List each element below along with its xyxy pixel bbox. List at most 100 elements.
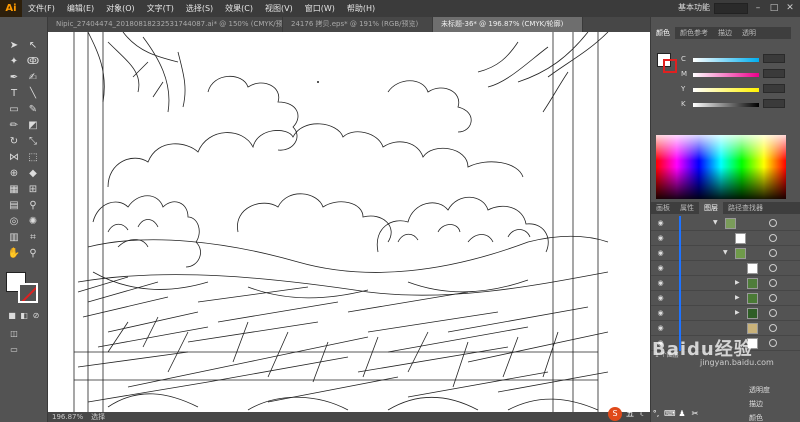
tab-pathfinder[interactable]: 路径查找器 xyxy=(723,202,768,214)
tab-stroke[interactable]: 描边 xyxy=(713,27,737,39)
target-icon[interactable] xyxy=(769,339,777,347)
tab-transparency[interactable]: 透明 xyxy=(737,27,761,39)
menu-view[interactable]: 视图(V) xyxy=(259,3,299,14)
minimize-icon[interactable]: – xyxy=(752,2,764,14)
target-icon[interactable] xyxy=(769,249,777,257)
close-icon[interactable]: ✕ xyxy=(784,2,796,14)
selection-tool-icon[interactable]: ➤ xyxy=(7,39,21,53)
draw-mode-icon[interactable]: ◫ xyxy=(7,327,21,341)
target-icon[interactable] xyxy=(769,264,777,272)
workspace-switcher[interactable]: 基本功能 xyxy=(678,2,710,13)
keyboard-icon[interactable]: ⌨ xyxy=(664,409,676,419)
magenta-value[interactable] xyxy=(763,69,785,78)
eye-icon[interactable]: ◉ xyxy=(656,234,665,243)
menu-object[interactable]: 对象(O) xyxy=(100,3,141,14)
artboard-tool-icon[interactable]: ⌗ xyxy=(26,231,40,245)
menu-select[interactable]: 选择(S) xyxy=(180,3,219,14)
yellow-value[interactable] xyxy=(763,84,785,93)
sogou-icon[interactable]: S xyxy=(608,407,622,421)
menu-file[interactable]: 文件(F) xyxy=(22,3,61,14)
layer-row[interactable]: ◉ ▼ xyxy=(651,216,800,231)
expand-arrow-icon[interactable]: ▼ xyxy=(723,249,728,256)
scale-icon[interactable]: ⤡ xyxy=(26,135,40,149)
search-input[interactable] xyxy=(714,3,748,14)
punctuation-icon[interactable]: °, xyxy=(651,409,661,419)
user-icon[interactable]: ♟ xyxy=(677,409,687,419)
mesh-icon[interactable]: ⊞ xyxy=(26,183,40,197)
blend-icon[interactable]: ◎ xyxy=(7,215,21,229)
expand-arrow-icon[interactable]: ▶ xyxy=(735,279,740,286)
menu-edit[interactable]: 编辑(E) xyxy=(61,3,100,14)
layer-row[interactable]: ◉ xyxy=(651,261,800,276)
target-icon[interactable] xyxy=(769,219,777,227)
hand-tool-icon[interactable]: ✋ xyxy=(7,247,21,261)
eye-icon[interactable]: ◉ xyxy=(656,264,665,273)
menu-window[interactable]: 窗口(W) xyxy=(299,3,341,14)
target-icon[interactable] xyxy=(769,234,777,242)
pen-tool-icon[interactable]: ✒ xyxy=(7,71,21,85)
expand-arrow-icon[interactable]: ▶ xyxy=(735,294,740,301)
symbol-sprayer-icon[interactable]: ✺ xyxy=(26,215,40,229)
expand-arrow-icon[interactable]: ▶ xyxy=(735,309,740,316)
maximize-icon[interactable]: □ xyxy=(768,2,780,14)
tab-properties[interactable]: 属性 xyxy=(675,202,699,214)
live-paint-icon[interactable]: ◆ xyxy=(26,167,40,181)
eyedropper-icon[interactable]: ⚲ xyxy=(26,199,40,213)
color-stroke-swatch[interactable] xyxy=(663,59,677,73)
tab-artboards[interactable]: 画板 xyxy=(651,202,675,214)
ime-mode[interactable]: 五 xyxy=(625,409,635,419)
paintbrush-icon[interactable]: ✎ xyxy=(26,103,40,117)
zoom-tool-icon[interactable]: ⚲ xyxy=(26,247,40,261)
screen-mode-icon[interactable]: ▭ xyxy=(7,343,21,357)
type-tool-icon[interactable]: T xyxy=(7,87,21,101)
graph-tool-icon[interactable]: ▥ xyxy=(7,231,21,245)
layer-row[interactable]: ◉ xyxy=(651,321,800,336)
curvature-tool-icon[interactable]: ✍ xyxy=(26,71,40,85)
shape-builder-icon[interactable]: ⊕ xyxy=(7,167,21,181)
moon-icon[interactable]: ☾ xyxy=(638,409,648,419)
side-label-color[interactable]: 颜色 xyxy=(749,413,763,422)
eye-icon[interactable]: ◉ xyxy=(656,294,665,303)
menu-help[interactable]: 帮助(H) xyxy=(341,3,381,14)
tab-layers[interactable]: 图层 xyxy=(699,202,723,214)
zoom-level[interactable]: 196.87% xyxy=(52,413,83,421)
rectangle-tool-icon[interactable]: ▭ xyxy=(7,103,21,117)
tab-document-3[interactable]: 未标题-36* @ 196.87% (CMYK/轮廓) xyxy=(433,17,583,32)
black-slider[interactable]: K xyxy=(681,99,791,110)
artboard-canvas[interactable] xyxy=(48,32,650,412)
lasso-icon[interactable]: ↂ xyxy=(26,55,40,69)
target-icon[interactable] xyxy=(769,324,777,332)
eye-icon[interactable]: ◉ xyxy=(656,279,665,288)
color-spectrum[interactable] xyxy=(656,135,786,199)
expand-arrow-icon[interactable]: ▼ xyxy=(713,219,718,226)
layer-row[interactable]: ◉ ▶ xyxy=(651,276,800,291)
layer-row[interactable]: ◉ xyxy=(651,231,800,246)
target-icon[interactable] xyxy=(769,279,777,287)
yellow-slider[interactable]: Y xyxy=(681,84,791,95)
eye-icon[interactable]: ◉ xyxy=(656,324,665,333)
stroke-swatch[interactable] xyxy=(18,283,38,303)
free-transform-icon[interactable]: ⬚ xyxy=(26,151,40,165)
gradient-icon[interactable]: ▤ xyxy=(7,199,21,213)
none-mode-icon[interactable]: ⊘ xyxy=(29,309,43,323)
magic-wand-icon[interactable]: ✦ xyxy=(7,55,21,69)
eye-icon[interactable]: ◉ xyxy=(656,249,665,258)
target-icon[interactable] xyxy=(769,294,777,302)
layer-row[interactable]: ◉ ▶ xyxy=(651,306,800,321)
line-tool-icon[interactable]: ╲ xyxy=(26,87,40,101)
width-tool-icon[interactable]: ⋈ xyxy=(7,151,21,165)
direct-selection-tool-icon[interactable]: ↖ xyxy=(26,39,40,53)
perspective-grid-icon[interactable]: ▦ xyxy=(7,183,21,197)
side-label-transparency[interactable]: 透明度 xyxy=(749,385,770,395)
menu-type[interactable]: 文字(T) xyxy=(141,3,180,14)
pencil-icon[interactable]: ✏ xyxy=(7,119,21,133)
black-value[interactable] xyxy=(763,99,785,108)
target-icon[interactable] xyxy=(769,309,777,317)
cyan-slider[interactable]: C xyxy=(681,54,791,65)
tab-document-1[interactable]: Nipic_27404474_20180818232531744087.ai* … xyxy=(48,17,283,32)
tab-color[interactable]: 颜色 xyxy=(651,27,675,39)
tab-color-guide[interactable]: 颜色参考 xyxy=(675,27,713,39)
layer-row[interactable]: ◉ ▼ xyxy=(651,246,800,261)
eye-icon[interactable]: ◉ xyxy=(656,309,665,318)
menu-effect[interactable]: 效果(C) xyxy=(219,3,259,14)
